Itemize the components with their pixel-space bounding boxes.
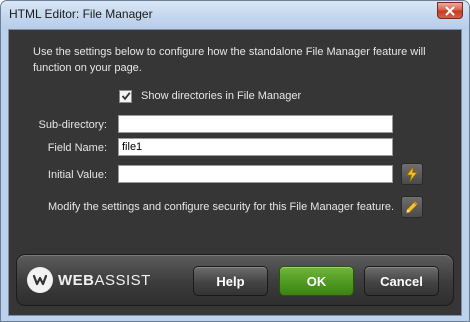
- initial-value-input[interactable]: [118, 165, 393, 183]
- modify-settings-button[interactable]: [401, 196, 423, 218]
- title-bar[interactable]: HTML Editor: File Manager: [1, 1, 469, 29]
- close-icon: [445, 6, 455, 15]
- ok-button[interactable]: OK: [279, 266, 354, 296]
- logo-text-rest: ASSIST: [94, 271, 151, 289]
- lightning-icon: [406, 166, 418, 182]
- dialog-window: HTML Editor: File Manager Use the settin…: [0, 0, 470, 322]
- webassist-logo: WEBASSIST: [27, 266, 151, 294]
- checkmark-icon: [121, 92, 131, 101]
- logo-text-bold: WEB: [58, 271, 95, 289]
- show-directories-row: Show directories in File Manager: [119, 89, 301, 103]
- pencil-icon: [405, 200, 419, 214]
- help-button[interactable]: Help: [193, 266, 268, 296]
- field-name-label: Field Name:: [47, 142, 107, 154]
- show-directories-label: Show directories in File Manager: [141, 90, 302, 102]
- dialog-body: Use the settings below to configure how …: [8, 29, 462, 316]
- subdirectory-label: Sub-directory:: [38, 119, 107, 131]
- show-directories-checkbox[interactable]: [119, 89, 132, 103]
- window-title: HTML Editor: File Manager: [9, 7, 153, 21]
- initial-value-label: Initial Value:: [47, 169, 107, 181]
- description-text: Use the settings below to configure how …: [33, 46, 426, 74]
- webassist-logo-icon: [27, 267, 53, 293]
- close-button[interactable]: [437, 2, 463, 19]
- cancel-button[interactable]: Cancel: [364, 266, 439, 296]
- modify-settings-text: Modify the settings and configure securi…: [48, 201, 395, 213]
- initial-value-button[interactable]: [401, 163, 423, 185]
- subdirectory-input[interactable]: [118, 115, 393, 133]
- field-name-input[interactable]: [118, 138, 393, 156]
- webassist-logo-text: WEBASSIST: [58, 272, 151, 289]
- footer-bar: WEBASSIST Help OK Cancel: [16, 254, 454, 306]
